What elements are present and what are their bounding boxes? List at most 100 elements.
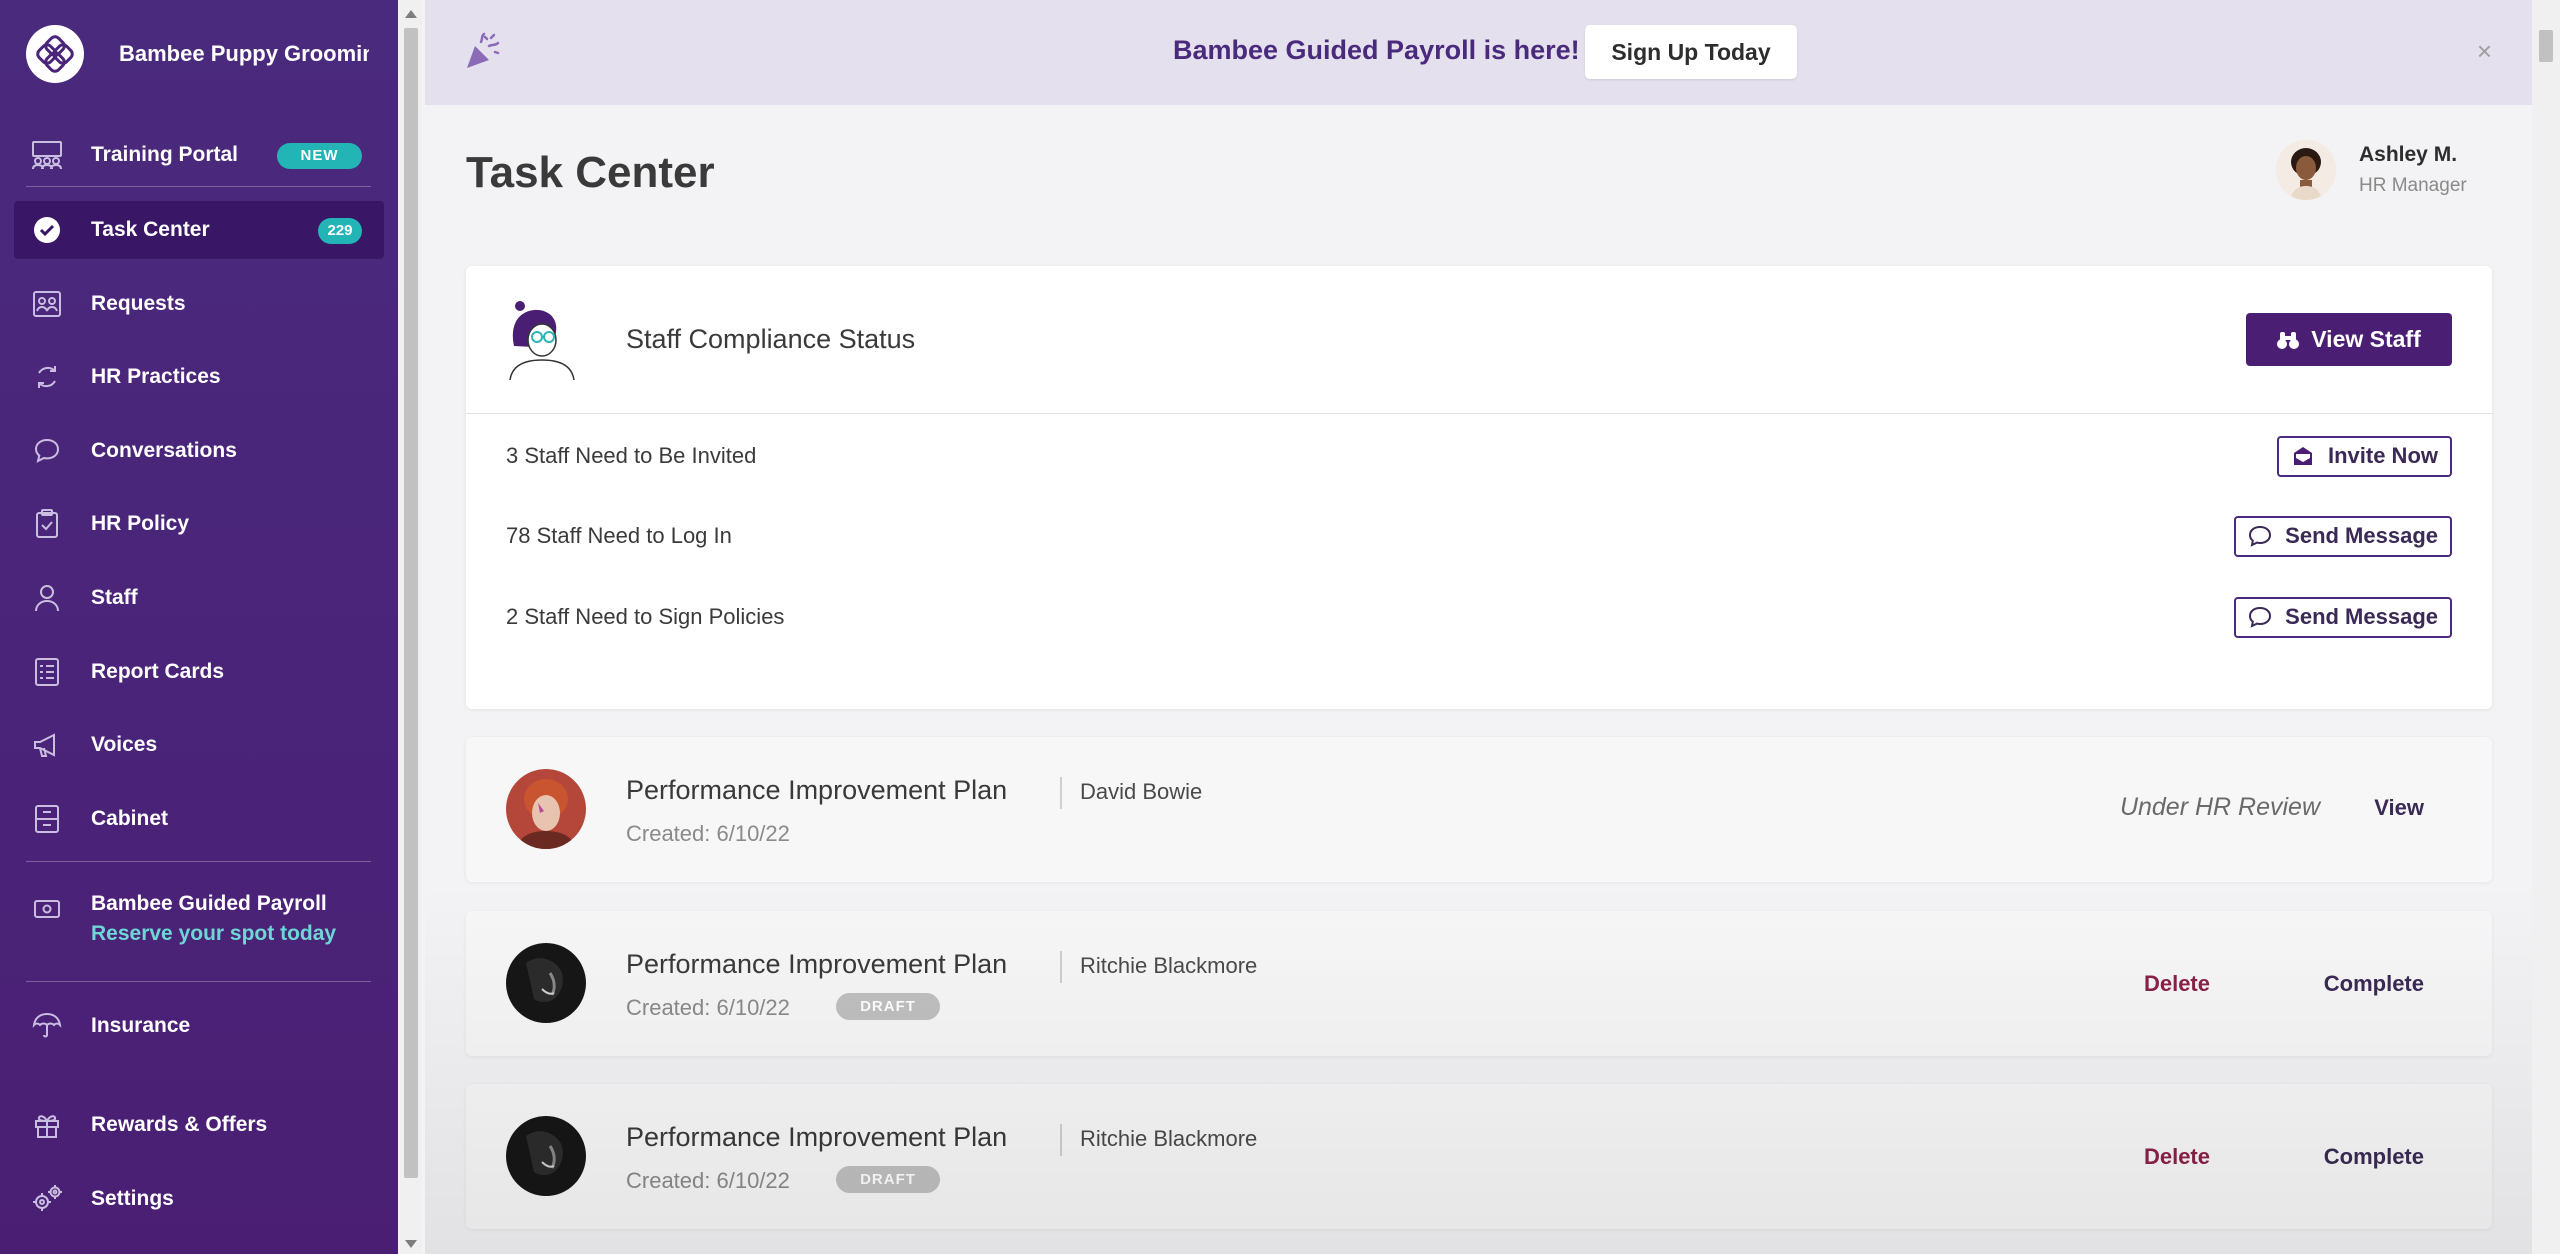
- draft-badge: DRAFT: [836, 993, 940, 1020]
- sidebar-item-label: HR Practices: [91, 365, 221, 388]
- compliance-row: 78 Staff Need to Log In Send Message: [506, 514, 2452, 558]
- clipboard-icon: [30, 507, 64, 541]
- scrollbar-thumb[interactable]: [404, 28, 418, 1178]
- avatar: [506, 943, 586, 1023]
- check-circle-icon: [30, 213, 64, 247]
- scrollbar-thumb[interactable]: [2539, 30, 2553, 62]
- complete-link[interactable]: Complete: [2324, 971, 2424, 997]
- main-scrollbar[interactable]: [2532, 0, 2560, 1254]
- scroll-down-arrow-icon[interactable]: [405, 1240, 417, 1248]
- delete-link[interactable]: Delete: [2144, 1144, 2210, 1170]
- compliance-row: 2 Staff Need to Sign Policies Send Messa…: [506, 595, 2452, 639]
- sidebar-item-cabinet[interactable]: Cabinet: [14, 790, 384, 848]
- scroll-up-arrow-icon[interactable]: [405, 10, 417, 18]
- sidebar-item-settings[interactable]: Settings: [14, 1170, 384, 1228]
- created-date: Created: 6/10/22: [626, 821, 790, 846]
- title-separator: [1060, 951, 1062, 983]
- sidebar-scrollbar[interactable]: [400, 0, 422, 1254]
- invite-now-label: Invite Now: [2327, 443, 2438, 468]
- sidebar-divider: [26, 861, 371, 862]
- sidebar-item-label: Report Cards: [91, 660, 225, 683]
- employee-name: Ritchie Blackmore: [1080, 1126, 1258, 1151]
- staff-compliance-card: Staff Compliance Status View Staff 3 Sta…: [466, 266, 2492, 709]
- sidebar-item-hr-practices[interactable]: HR Practices: [14, 348, 384, 406]
- employee-name: David Bowie: [1080, 779, 1203, 804]
- send-message-label: Send Message: [2285, 604, 2438, 629]
- sidebar-item-label: Settings: [91, 1187, 174, 1210]
- person-icon: [30, 581, 64, 615]
- user-role: HR Manager: [2359, 175, 2467, 196]
- employee-name: Ritchie Blackmore: [1080, 953, 1258, 978]
- sidebar-item-requests[interactable]: Requests: [14, 275, 384, 333]
- sidebar-item-hr-policy[interactable]: HR Policy: [14, 495, 384, 553]
- send-message-button[interactable]: Send Message: [2234, 515, 2452, 557]
- sidebar-item-conversations[interactable]: Conversations: [14, 422, 384, 480]
- report-card-icon: [30, 655, 64, 689]
- new-badge: NEW: [277, 143, 362, 169]
- payroll-icon: [30, 892, 64, 926]
- page-title: Task Center: [466, 148, 715, 197]
- sidebar-payroll-promo[interactable]: Bambee Guided Payroll Reserve your spot …: [14, 880, 384, 960]
- compliance-header: Staff Compliance Status View Staff: [466, 266, 2492, 414]
- gears-icon: [30, 1182, 64, 1216]
- chat-bubble-icon: [2248, 606, 2272, 628]
- close-icon[interactable]: ×: [2477, 36, 2492, 67]
- send-message-label: Send Message: [2285, 523, 2438, 548]
- task-card[interactable]: Performance Improvement Plan David Bowie…: [466, 737, 2492, 882]
- draft-badge: DRAFT: [836, 1166, 940, 1193]
- sidebar-item-training-portal[interactable]: Training Portal NEW: [14, 126, 384, 184]
- brand[interactable]: Bambee Puppy Grooming: [26, 25, 369, 83]
- sidebar-item-label: HR Policy: [91, 512, 190, 535]
- task-card[interactable]: Performance Improvement Plan Ritchie Bla…: [466, 1084, 2492, 1229]
- compliance-row-text: 2 Staff Need to Sign Policies: [506, 604, 785, 629]
- chat-bubble-icon: [2248, 525, 2272, 547]
- banner-text: Bambee Guided Payroll is here!: [1173, 35, 1580, 65]
- delete-link[interactable]: Delete: [2144, 971, 2210, 997]
- sidebar-item-label: Voices: [91, 733, 158, 756]
- sidebar-item-label: Task Center: [91, 218, 210, 241]
- task-title: Performance Improvement Plan: [626, 775, 1008, 805]
- send-message-button[interactable]: Send Message: [2234, 596, 2452, 638]
- megaphone-icon: [30, 728, 64, 762]
- task-title: Performance Improvement Plan: [626, 949, 1008, 979]
- chat-bubble-icon: [30, 434, 64, 468]
- user-profile[interactable]: Ashley M. HR Manager: [2276, 140, 2467, 200]
- title-separator: [1060, 777, 1062, 809]
- view-link[interactable]: View: [2374, 795, 2424, 821]
- sidebar-item-label: Cabinet: [91, 807, 169, 830]
- sidebar-item-label: Insurance: [91, 1014, 191, 1037]
- payroll-promo-link[interactable]: Reserve your spot today: [91, 922, 336, 946]
- sidebar-item-label: Conversations: [91, 439, 237, 462]
- invite-now-button[interactable]: Invite Now: [2276, 435, 2452, 477]
- binoculars-icon: [2277, 330, 2300, 350]
- sidebar-item-label: Requests: [91, 292, 186, 315]
- sidebar-item-voices[interactable]: Voices: [14, 716, 384, 774]
- complete-link[interactable]: Complete: [2324, 1144, 2424, 1170]
- requests-icon: [30, 287, 64, 321]
- cabinet-icon: [30, 802, 64, 836]
- people-board-icon: [30, 138, 64, 172]
- task-title: Performance Improvement Plan: [626, 1122, 1008, 1152]
- compliance-row-text: 3 Staff Need to Be Invited: [506, 443, 757, 468]
- task-card[interactable]: Performance Improvement Plan Ritchie Bla…: [466, 911, 2492, 1056]
- sidebar-item-rewards[interactable]: Rewards & Offers: [14, 1096, 384, 1154]
- sign-up-today-button[interactable]: Sign Up Today: [1585, 25, 1797, 79]
- user-name: Ashley M.: [2359, 143, 2458, 166]
- compliance-title: Staff Compliance Status: [626, 324, 916, 354]
- payroll-promo-title: Bambee Guided Payroll: [91, 892, 327, 915]
- sidebar-item-staff[interactable]: Staff: [14, 569, 384, 627]
- sidebar-item-label: Training Portal: [91, 143, 239, 166]
- envelope-icon: [2291, 445, 2315, 467]
- sidebar-item-report-cards[interactable]: Report Cards: [14, 643, 384, 701]
- company-name: Bambee Puppy Grooming: [119, 41, 369, 66]
- created-date: Created: 6/10/22: [626, 995, 790, 1020]
- task-count-badge: 229: [318, 218, 362, 244]
- view-staff-button[interactable]: View Staff: [2246, 313, 2452, 366]
- umbrella-icon: [30, 1009, 64, 1043]
- cycle-icon: [30, 360, 64, 394]
- sidebar-item-insurance[interactable]: Insurance: [14, 997, 384, 1055]
- compliance-row: 3 Staff Need to Be Invited Invite Now: [506, 434, 2452, 478]
- created-date: Created: 6/10/22: [626, 1168, 790, 1193]
- avatar: [506, 769, 586, 849]
- sidebar-item-task-center[interactable]: Task Center 229: [14, 201, 384, 259]
